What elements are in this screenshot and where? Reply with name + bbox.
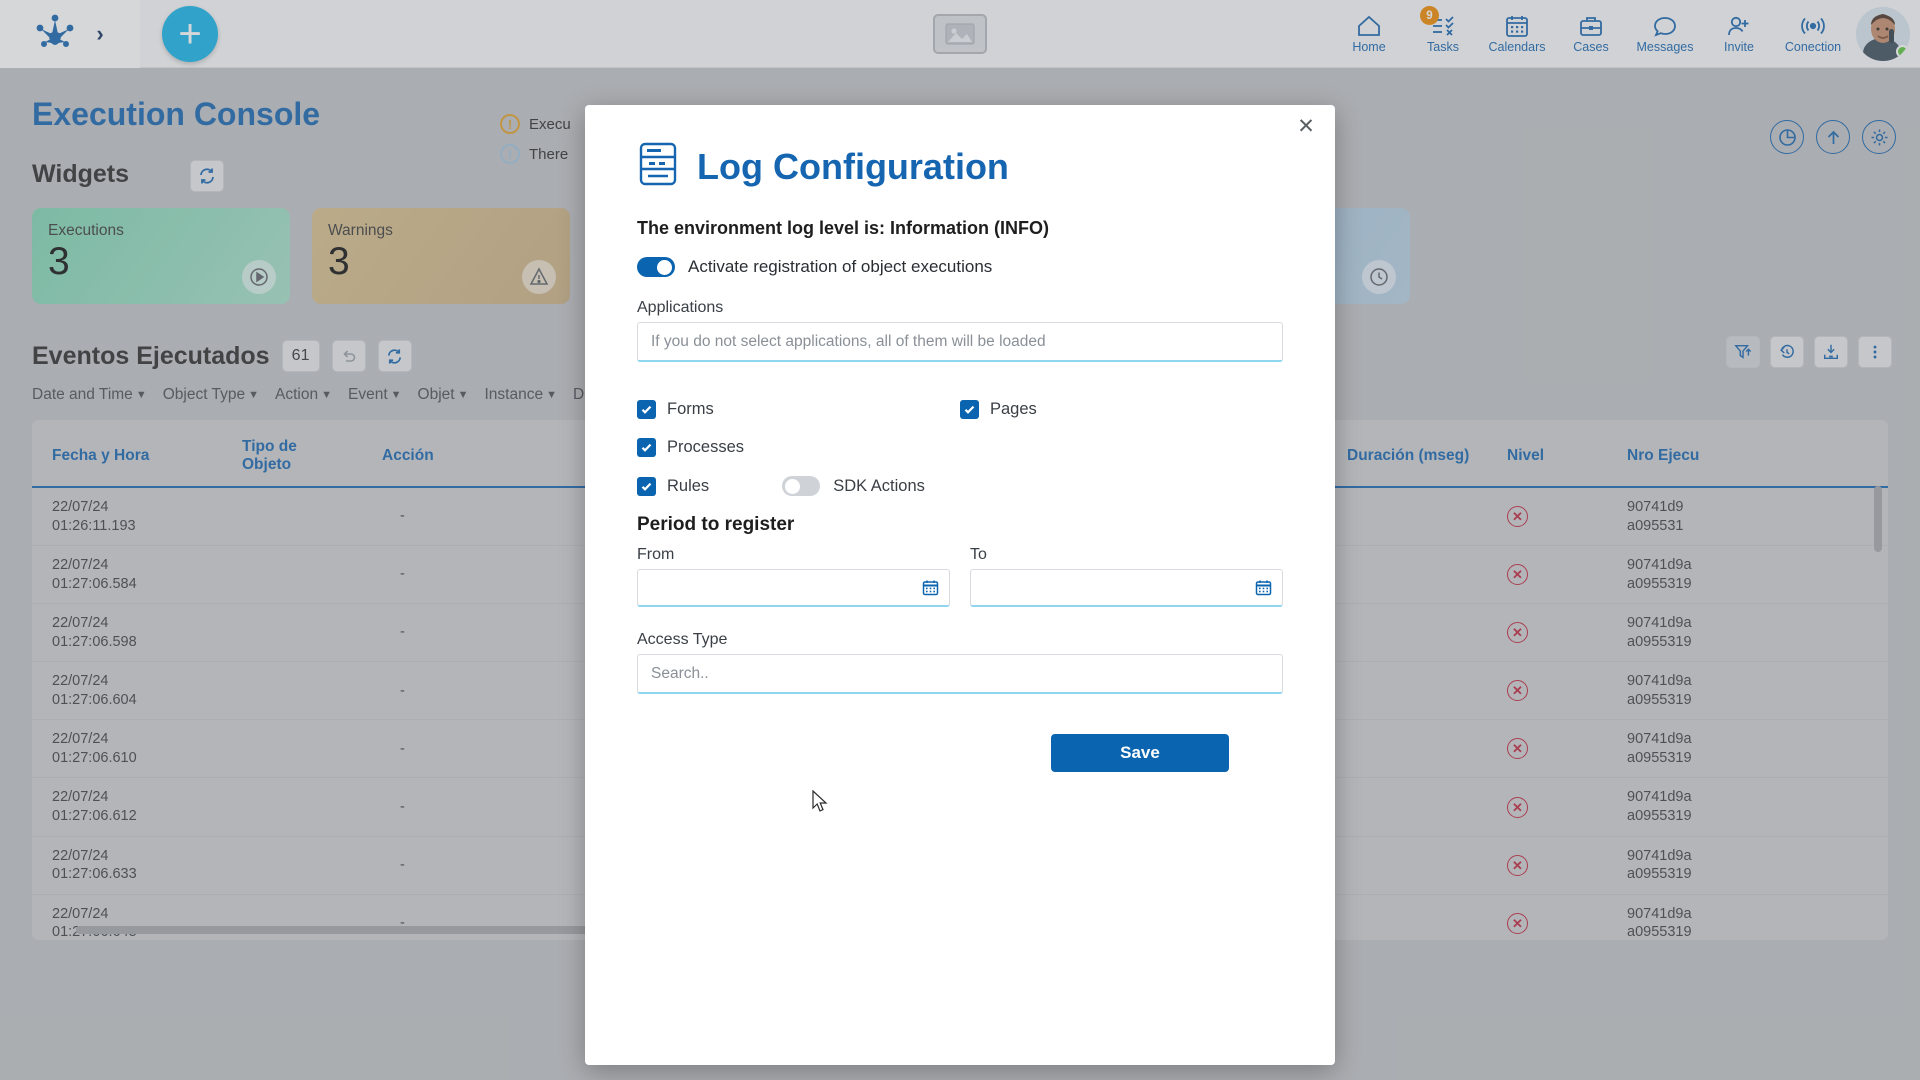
checkbox-label: Processes [667,438,745,456]
modal-title-row: Log Configuration [637,141,1283,192]
sdk-actions-label: SDK Actions [833,476,925,495]
calendar-icon[interactable] [1255,579,1272,596]
from-date-field: From [637,546,950,607]
access-type-field: Access Type Search.. [637,631,1283,694]
to-date-field: To [970,546,1283,607]
log-configuration-modal: ✕ Log Configuration The environment log … [585,105,1335,1065]
checkbox-label: Pages [990,400,1037,418]
calendar-icon[interactable] [922,579,939,596]
env-log-level-text: The environment log level is: Informatio… [637,218,1050,238]
to-date-input[interactable] [970,569,1283,607]
empty-grid-cell [960,438,1283,457]
applications-input[interactable]: If you do not select applications, all o… [637,322,1283,362]
checkbox-label: Rules [667,476,710,495]
activate-registration-row: Activate registration of object executio… [637,257,1283,277]
from-label: From [637,546,675,563]
activate-registration-label: Activate registration of object executio… [688,257,993,276]
period-to-register-title: Period to register [637,514,795,535]
period-date-row: From To [637,546,1283,607]
sdk-actions-row: SDK Actions [782,476,925,496]
checkbox-rules-row: Rules SDK Actions [637,476,960,496]
to-label: To [970,546,987,563]
close-icon[interactable]: ✕ [1293,113,1319,139]
log-document-icon [637,141,679,192]
activate-registration-toggle[interactable] [637,257,675,277]
checkbox-pages[interactable]: Pages [960,400,1283,419]
sdk-actions-toggle[interactable] [782,476,821,496]
applications-field: Applications If you do not select applic… [637,299,1283,362]
checkbox-processes[interactable]: Processes [637,438,960,457]
toggle-knob [657,259,672,275]
from-date-input[interactable] [637,569,950,607]
checkbox-checked-icon[interactable] [637,476,656,496]
save-row: Save [637,734,1283,772]
checkbox-checked-icon[interactable] [960,400,979,419]
object-type-checkboxes: Forms Pages Processes Rules SDK Actions [637,400,1283,496]
checkbox-checked-icon[interactable] [637,438,656,457]
modal-title: Log Configuration [697,145,1009,187]
checkbox-checked-icon[interactable] [637,400,656,419]
applications-label: Applications [637,299,724,316]
checkbox-forms[interactable]: Forms [637,400,960,419]
save-button[interactable]: Save [1051,734,1229,772]
toggle-knob [785,478,801,494]
access-type-input[interactable]: Search.. [637,654,1283,694]
mouse-cursor [812,790,828,812]
checkbox-label: Forms [667,400,714,418]
app-root: › + Home 9 Tasks Calendars Cases Message… [0,0,1920,1080]
modal-body: Log Configuration The environment log le… [585,105,1335,772]
access-type-label: Access Type [637,631,728,648]
